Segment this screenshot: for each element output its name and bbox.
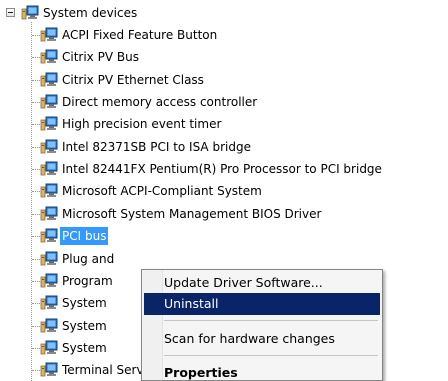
tree-item[interactable]: Intel 82441FX Pentium(R) Pro Processor t… [0,158,448,180]
tree-item[interactable]: Intel 82371SB PCI to ISA bridge [0,136,448,158]
device-icon [40,228,58,244]
tree-item[interactable]: Citrix PV Bus [0,46,448,68]
device-icon [40,183,58,199]
menu-separator [164,355,378,356]
device-manager-tree-view: System devices ACPI Fixed Feature Button… [0,0,448,381]
device-icon [40,94,58,110]
system-devices-icon [21,5,39,21]
device-icon [40,340,58,356]
tree-item-label: High precision event timer [62,117,222,131]
device-icon [40,251,58,267]
tree-item-label: Plug and [62,252,115,266]
tree-item-label: PCI bus [60,227,109,245]
tree-item[interactable]: Microsoft System Management BIOS Driver [0,203,448,225]
device-icon [40,273,58,289]
device-icon [40,295,58,311]
context-menu: Update Driver Software... Uninstall Scan f… [141,269,383,381]
tree-item[interactable]: ACPI Fixed Feature Button [0,24,448,46]
tree-item-label: Program [62,274,113,288]
menu-item-properties[interactable]: Properties [144,362,380,381]
tree-item-label: Citrix PV Ethernet Class [62,73,204,87]
tree-item[interactable]: Plug and [0,248,448,270]
menu-separator [164,320,378,321]
device-icon [40,72,58,88]
device-icon [40,116,58,132]
tree-root-label: System devices [43,6,138,20]
tree-item[interactable]: Citrix PV Ethernet Class [0,69,448,91]
tree-item[interactable]: High precision event timer [0,113,448,135]
tree-item-label: System [62,319,107,333]
menu-item-update-driver-software[interactable]: Update Driver Software... [144,272,380,294]
device-icon [40,27,58,43]
tree-item-label: Microsoft ACPI-Compliant System [62,184,262,198]
device-icon [40,161,58,177]
menu-item-uninstall[interactable]: Uninstall [144,293,380,315]
tree-item-label: Intel 82441FX Pentium(R) Pro Processor t… [62,162,382,176]
collapse-minus-icon[interactable] [6,8,15,17]
tree-item-label: Microsoft System Management BIOS Driver [62,207,322,221]
tree-item-label: System [62,341,107,355]
device-icon [40,206,58,222]
tree-root-system-devices[interactable]: System devices [0,2,448,24]
tree-item-label: ACPI Fixed Feature Button [62,28,218,42]
tree-item[interactable]: Microsoft ACPI-Compliant System [0,180,448,202]
device-icon [40,362,58,378]
device-icon [40,139,58,155]
tree-item-label: Direct memory access controller [62,95,258,109]
tree-item[interactable]: Direct memory access controller [0,91,448,113]
menu-item-scan-for-hardware-changes[interactable]: Scan for hardware changes [144,328,380,350]
tree-item[interactable]: PCI bus [0,225,448,247]
device-icon [40,49,58,65]
device-icon [40,318,58,334]
tree-item-label: Citrix PV Bus [62,50,139,64]
tree-item-label: Intel 82371SB PCI to ISA bridge [62,140,251,154]
tree-item-label: System [62,296,107,310]
